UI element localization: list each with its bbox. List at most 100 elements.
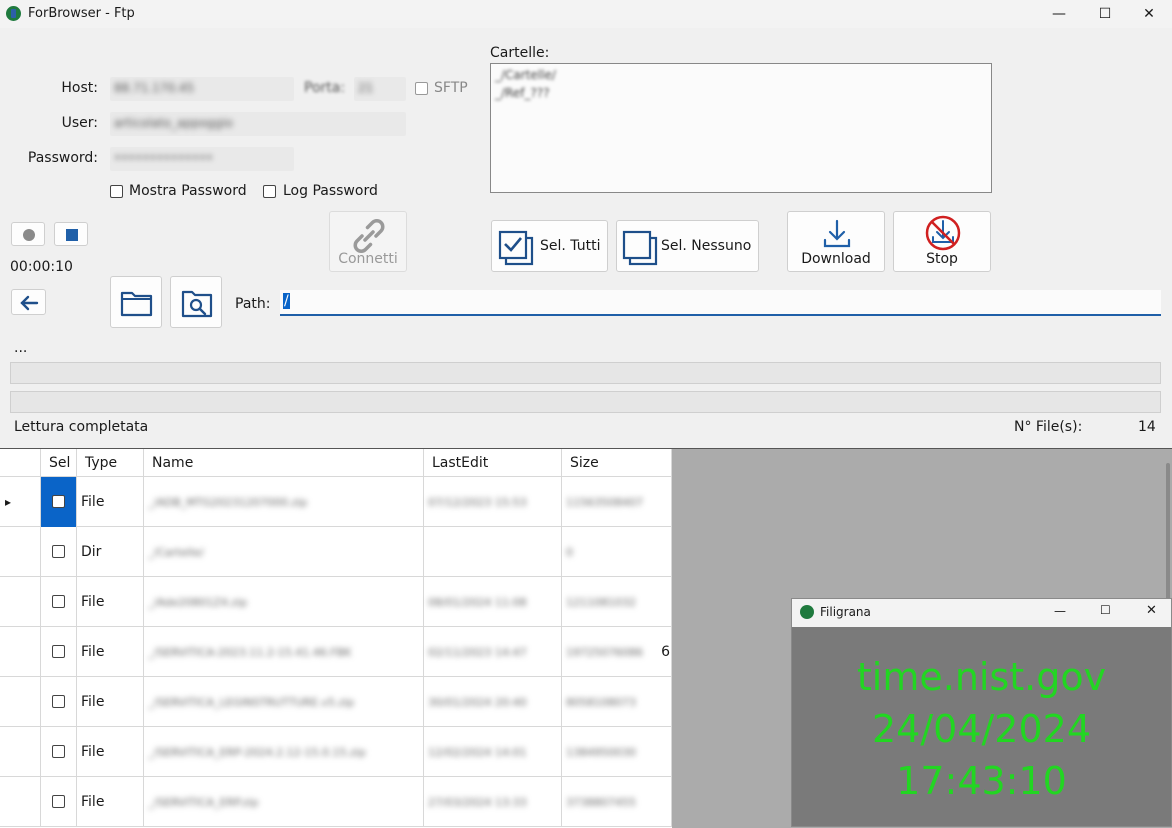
- row-select-cell[interactable]: [41, 727, 77, 777]
- filigrana-minimize-button[interactable]: —: [1054, 604, 1066, 618]
- select-all-label: Sel. Tutti: [540, 238, 601, 254]
- filigrana-close-button[interactable]: ✕: [1146, 603, 1157, 618]
- download-icon: [823, 219, 851, 248]
- progress-bar-file: [10, 391, 1161, 413]
- stop-download-icon: [925, 215, 961, 251]
- host-input[interactable]: 88.71.170.45: [110, 77, 294, 101]
- stop-record-button[interactable]: [54, 222, 88, 246]
- row-selector[interactable]: [0, 627, 41, 677]
- progress-bar-overall: [10, 362, 1161, 384]
- stop-button[interactable]: Stop: [893, 211, 991, 272]
- row-select-cell[interactable]: [41, 527, 77, 577]
- row-checkbox[interactable]: [52, 795, 65, 808]
- filigrana-maximize-button[interactable]: ☐: [1100, 603, 1111, 617]
- show-password-label: Mostra Password: [129, 183, 247, 199]
- filigrana-date: 24/04/2024: [871, 707, 1092, 751]
- row-selector[interactable]: ▸: [0, 477, 41, 527]
- row-name: _/SERVITICA_ERP-2024.2.12-15.0.15.zip: [144, 727, 424, 777]
- row-select-cell[interactable]: [41, 627, 77, 677]
- back-button[interactable]: [11, 289, 46, 315]
- row-checkbox[interactable]: [52, 745, 65, 758]
- password-input[interactable]: ••••••••••••••: [110, 147, 294, 171]
- filigrana-app-icon: [800, 605, 814, 619]
- window-title: ForBrowser - Ftp: [28, 6, 135, 21]
- port-input[interactable]: 21: [354, 77, 406, 101]
- row-lastedit: [424, 527, 562, 577]
- folder-item[interactable]: _/Ref_???: [491, 82, 991, 100]
- grid-header-lastedit[interactable]: LastEdit: [424, 449, 562, 477]
- row-type: File: [77, 677, 144, 727]
- log-password-checkbox[interactable]: [263, 185, 276, 198]
- row-selector[interactable]: [0, 677, 41, 727]
- grid-header-size[interactable]: Size: [562, 449, 672, 477]
- row-select-cell[interactable]: [41, 477, 77, 527]
- row-select-cell[interactable]: [41, 777, 77, 827]
- row-size: 8058108073: [562, 677, 672, 727]
- row-lastedit: 08/01/2024 11:08: [424, 577, 562, 627]
- row-name: _/Ade20801Z4.zip: [144, 577, 424, 627]
- square-icon: [66, 229, 78, 241]
- minimize-button[interactable]: —: [1036, 0, 1082, 28]
- row-selector[interactable]: [0, 527, 41, 577]
- table-row[interactable]: File _/SERVITICA_ERP-2024.2.12-15.0.15.zi…: [0, 727, 672, 777]
- record-icon: [23, 229, 35, 241]
- row-name: _/ADB_MTG20231207000.zip: [144, 477, 424, 527]
- row-name: _/SERVITICA-2023.11.2-15.41.46.FBK: [144, 627, 424, 677]
- filigrana-time: 17:43:10: [896, 759, 1067, 803]
- select-all-button[interactable]: Sel. Tutti: [491, 220, 608, 272]
- log-password-label: Log Password: [283, 183, 378, 199]
- app-icon: [6, 6, 21, 21]
- row-select-cell[interactable]: [41, 577, 77, 627]
- row-lastedit: 07/12/2023 15:53: [424, 477, 562, 527]
- row-checkbox[interactable]: [52, 495, 65, 508]
- row-size: 1384950030: [562, 727, 672, 777]
- browse-folder-button[interactable]: [110, 276, 162, 328]
- checkbox-checked-icon: [498, 230, 534, 266]
- row-checkbox[interactable]: [52, 545, 65, 558]
- table-row[interactable]: Dir _/Cartelle/0: [0, 527, 672, 577]
- row-type: File: [77, 477, 144, 527]
- row-type: File: [77, 627, 144, 677]
- folder-icon: [120, 291, 153, 317]
- path-input[interactable]: /: [280, 290, 1161, 316]
- close-button[interactable]: ✕: [1126, 0, 1172, 28]
- row-checkbox[interactable]: [52, 645, 65, 658]
- arrow-left-icon: [20, 295, 39, 311]
- download-button[interactable]: Download: [787, 211, 885, 272]
- row-size: 3738807455: [562, 777, 672, 827]
- table-row[interactable]: File _/SERVITICA_ERP.zip 27/03/2024 13:33 3…: [0, 777, 672, 827]
- path-value: /: [283, 293, 290, 309]
- grid-header-sel[interactable]: Sel: [41, 449, 77, 477]
- folders-list[interactable]: _/Cartelle/ _/Ref_???: [490, 63, 992, 193]
- show-password-checkbox[interactable]: [110, 185, 123, 198]
- select-none-button[interactable]: Sel. Nessuno: [616, 220, 759, 272]
- row-select-cell[interactable]: [41, 677, 77, 727]
- maximize-button[interactable]: ☐: [1082, 0, 1128, 28]
- search-folder-button[interactable]: [170, 276, 222, 328]
- row-selector[interactable]: [0, 577, 41, 627]
- grid-scrollbar[interactable]: [1166, 463, 1170, 613]
- sftp-checkbox[interactable]: [415, 82, 428, 95]
- user-input[interactable]: articolato_appoggio: [110, 112, 406, 136]
- table-row[interactable]: ▸ File _/ADB_MTG20231207000.zip 07/12/2023 …: [0, 477, 672, 527]
- row-selector[interactable]: [0, 777, 41, 827]
- row-size: 11563508407: [562, 477, 672, 527]
- table-row[interactable]: File _/Ade20801Z4.zip 08/01/2024 11:08 1211…: [0, 577, 672, 627]
- connect-button[interactable]: Connetti: [329, 211, 407, 272]
- table-row[interactable]: File _/SERVITICA-2023.11.2-15.41.46.FBK 02…: [0, 627, 672, 677]
- row-checkbox[interactable]: [52, 595, 65, 608]
- row-checkbox[interactable]: [52, 695, 65, 708]
- record-button[interactable]: [11, 222, 45, 246]
- port-label: Porta:: [304, 80, 346, 96]
- table-row[interactable]: File _/SERVITICA_LEGINSTRUTTURE.v5.zip 30/…: [0, 677, 672, 727]
- files-count-value: 14: [1138, 419, 1156, 435]
- file-grid: Sel Type Name LastEdit Size ▸ File _/ADB_M…: [0, 448, 672, 828]
- row-type: Dir: [77, 527, 144, 577]
- grid-header-type[interactable]: Type: [77, 449, 144, 477]
- row-selector[interactable]: [0, 727, 41, 777]
- row-lastedit: 30/01/2024 20:40: [424, 677, 562, 727]
- row-size: 19725076086 6: [562, 627, 672, 677]
- grid-header-name[interactable]: Name: [144, 449, 424, 477]
- folder-item[interactable]: _/Cartelle/: [491, 64, 991, 82]
- row-name: _/Cartelle/: [144, 527, 424, 577]
